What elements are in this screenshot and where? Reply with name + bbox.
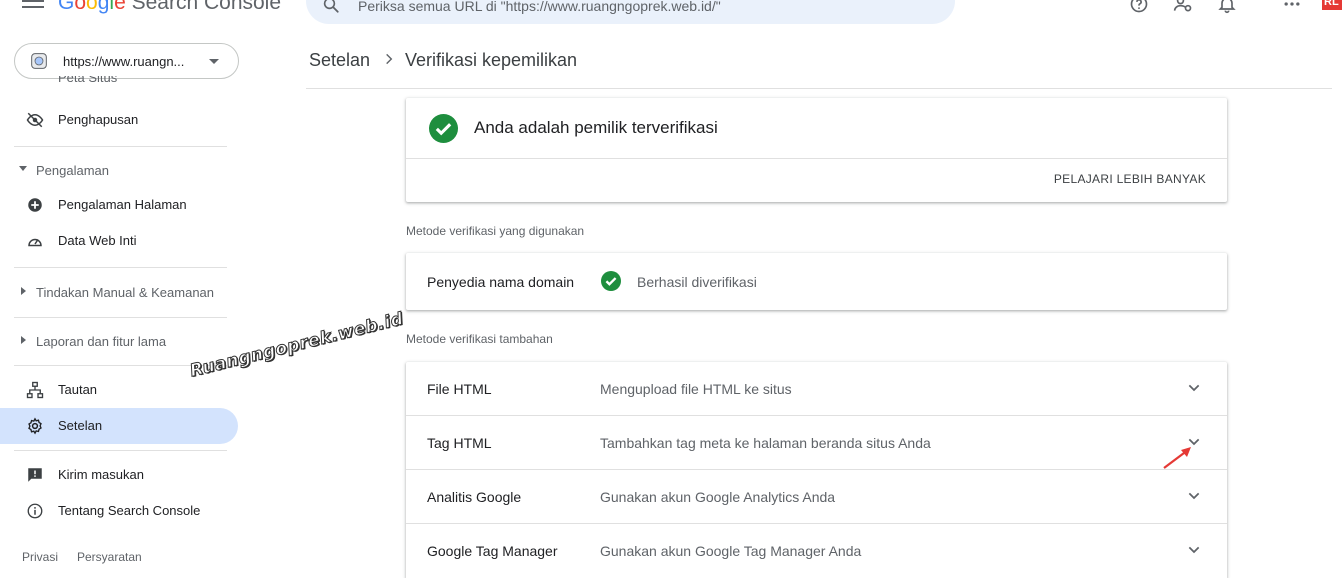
chevron-down-icon[interactable] xyxy=(1186,488,1202,504)
method-name: Tag HTML xyxy=(427,435,492,451)
globe-icon xyxy=(31,53,47,69)
method-description: Tambahkan tag meta ke halaman beranda si… xyxy=(600,435,931,451)
page-title: Verifikasi kepemilikan xyxy=(405,50,578,70)
sidebar-item-label: Peta Situs xyxy=(58,76,118,85)
extra-methods-label: Metode verifikasi tambahan xyxy=(406,332,553,346)
method-description: Mengupload file HTML ke situs xyxy=(600,381,792,397)
chevron-right-icon xyxy=(386,53,393,65)
sidebar-item-sitemap[interactable]: Peta Situs xyxy=(0,76,238,90)
header-divider xyxy=(306,88,1342,89)
expand-triangle-icon xyxy=(21,287,26,295)
method-description: Gunakan akun Google Tag Manager Anda xyxy=(600,543,862,559)
logo-letter: o xyxy=(86,0,98,14)
sidebar-item-label: Kirim masukan xyxy=(58,467,144,482)
card-divider xyxy=(406,158,1227,159)
settings-gear-icon xyxy=(28,417,42,435)
manage-users-icon[interactable] xyxy=(1173,0,1193,14)
sidebar-item-page-experience[interactable]: Pengalaman Halaman xyxy=(0,187,238,223)
chevron-down-icon xyxy=(209,59,219,64)
speed-gauge-icon xyxy=(28,238,42,247)
logo-letter: e xyxy=(114,0,126,14)
sidebar-section-legacy[interactable]: Laporan dan fitur lama xyxy=(0,326,238,356)
property-url: https://www.ruangn... xyxy=(63,54,185,69)
scrollbar-track[interactable] xyxy=(1332,30,1342,578)
method-row-google-analytics[interactable]: Analitis Google Gunakan akun Google Anal… xyxy=(406,470,1227,524)
breadcrumb-parent[interactable]: Setelan xyxy=(309,50,370,71)
method-description: Gunakan akun Google Analytics Anda xyxy=(600,489,836,505)
sidebar-item-label: Penghapusan xyxy=(58,112,139,127)
logo-letter: g xyxy=(97,0,110,14)
verified-title: Anda adalah pemilik terverifikasi xyxy=(474,118,718,137)
top-app-bar: Google Search Console RL xyxy=(0,0,1342,30)
method-name: Google Tag Manager xyxy=(427,543,558,559)
sidebar-section-experience[interactable]: Pengalaman xyxy=(0,155,238,185)
sidebar-divider xyxy=(14,267,227,268)
notifications-icon[interactable] xyxy=(1217,0,1237,14)
sidebar-divider xyxy=(14,317,227,318)
extra-methods-card: File HTML Mengupload file HTML ke situs … xyxy=(406,362,1227,578)
privacy-link[interactable]: Privasi xyxy=(22,550,58,564)
sidebar-item-label: Pengalaman Halaman xyxy=(58,197,187,212)
plus-circle-icon xyxy=(28,198,42,212)
method-name: Analitis Google xyxy=(427,489,522,505)
info-icon xyxy=(27,503,43,519)
expand-triangle-icon xyxy=(21,336,26,344)
search-icon[interactable] xyxy=(322,0,340,14)
method-name: Penyedia nama domain xyxy=(427,274,575,290)
used-methods-label: Metode verifikasi yang digunakan xyxy=(406,224,585,238)
sidebar-item-label: Setelan xyxy=(58,418,103,433)
terms-link[interactable]: Persyaratan xyxy=(77,550,142,564)
logo-product-name: Search Console xyxy=(125,0,282,14)
method-name: File HTML xyxy=(427,381,492,397)
sidebar-item-removals[interactable]: Penghapusan xyxy=(0,102,238,138)
search-input[interactable] xyxy=(358,0,918,16)
sidebar-item-core-web-vitals[interactable]: Data Web Inti xyxy=(0,223,238,259)
sidebar-item-label: Data Web Inti xyxy=(58,233,137,248)
url-inspection-search[interactable] xyxy=(306,0,955,24)
method-status: Berhasil diverifikasi xyxy=(637,274,757,290)
removal-eye-off-icon xyxy=(26,112,44,128)
logo-letter: o xyxy=(74,0,87,14)
logo-letter: G xyxy=(58,0,75,14)
sidebar-section-security[interactable]: Tindakan Manual & Keamanan xyxy=(0,277,238,307)
feedback-icon xyxy=(28,468,42,482)
sidebar-item-label: Tentang Search Console xyxy=(58,503,201,518)
sidebar-item-about[interactable]: Tentang Search Console xyxy=(0,493,238,529)
hamburger-line xyxy=(22,6,44,8)
section-label: Tindakan Manual & Keamanan xyxy=(36,285,215,300)
method-row-google-tag-manager[interactable]: Google Tag Manager Gunakan akun Google T… xyxy=(406,524,1227,578)
method-row-html-tag[interactable]: Tag HTML Tambahkan tag meta ke halaman b… xyxy=(406,416,1227,470)
sidebar-navigation: https://www.ruangn... Peta Situs Penghap… xyxy=(0,30,250,578)
chevron-down-icon[interactable] xyxy=(1186,380,1202,396)
main-menu-button[interactable] xyxy=(22,0,44,10)
apps-grid-icon[interactable] xyxy=(1282,0,1302,14)
sidebar-item-feedback[interactable]: Kirim masukan xyxy=(0,457,238,493)
method-row-html-file[interactable]: File HTML Mengupload file HTML ke situs xyxy=(406,362,1227,416)
sidebar-divider xyxy=(14,146,227,147)
help-icon[interactable] xyxy=(1129,0,1149,14)
verified-owner-card: Anda adalah pemilik terverifikasi PELAJA… xyxy=(406,98,1227,202)
used-method-card: Penyedia nama domain Berhasil diverifika… xyxy=(406,253,1227,310)
links-sitemap-icon xyxy=(26,381,44,399)
sidebar-item-label: Tautan xyxy=(58,382,98,397)
section-label: Pengalaman xyxy=(36,163,109,178)
account-badge[interactable]: RL xyxy=(1322,0,1342,10)
hamburger-line xyxy=(22,0,44,2)
search-console-logo[interactable]: Google Search Console xyxy=(58,0,281,15)
section-label: Laporan dan fitur lama xyxy=(36,334,167,349)
collapse-triangle-icon xyxy=(19,166,27,171)
learn-more-button[interactable]: PELAJARI LEBIH BANYAK xyxy=(1054,172,1206,186)
chevron-down-icon[interactable] xyxy=(1186,542,1202,558)
property-selector[interactable]: https://www.ruangn... xyxy=(14,43,239,79)
check-circle-icon xyxy=(601,271,621,291)
annotation-arrow-icon xyxy=(1163,447,1191,469)
check-circle-icon xyxy=(429,114,458,143)
sidebar-item-settings[interactable]: Setelan xyxy=(0,408,238,444)
sidebar-divider xyxy=(14,450,227,451)
